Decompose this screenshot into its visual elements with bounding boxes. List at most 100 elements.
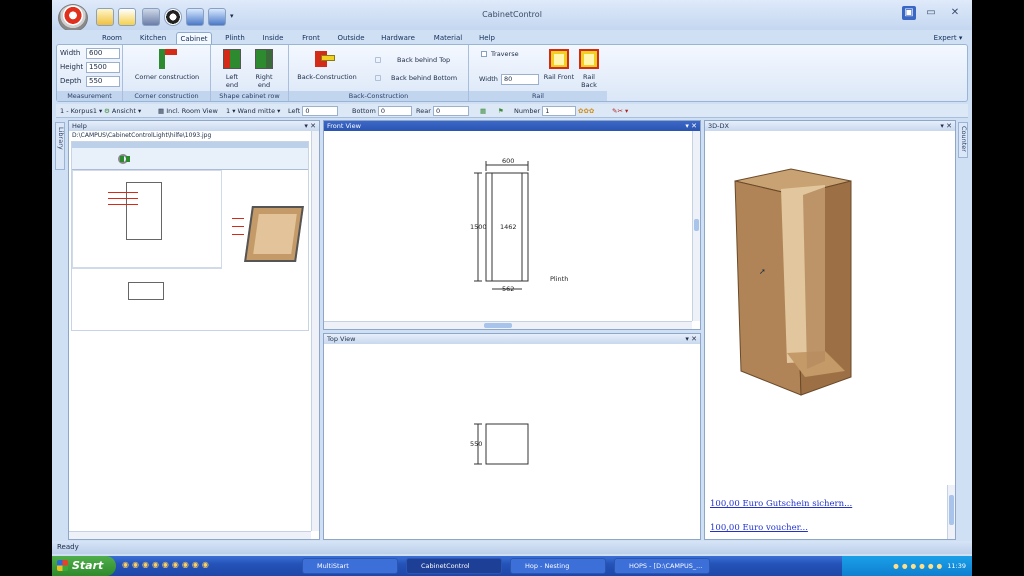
room-view-toggle[interactable]: ▦ Incl. Room View xyxy=(158,104,218,118)
help-scrollbar-horizontal[interactable] xyxy=(69,531,311,539)
front-view-pin-icon[interactable]: ▾ ✕ xyxy=(685,121,697,131)
pane-pin-icon[interactable]: ▾ ✕ xyxy=(304,121,316,131)
height-row: Height 1500 xyxy=(60,61,120,73)
ansicht-button[interactable]: ⚙ Ansicht ▾ xyxy=(104,104,141,118)
tab-inside[interactable]: Inside xyxy=(258,32,288,44)
title-bar: ▾ CabinetControl ▣ ▭ ✕ xyxy=(52,0,972,32)
number-field: Number 1 xyxy=(514,104,577,118)
back-behind-bottom-checkbox[interactable] xyxy=(375,75,381,81)
app-window: ▾ CabinetControl ▣ ▭ ✕ Room Kitchen Cabi… xyxy=(52,0,972,576)
system-tray: ●●●●●● 11:39 xyxy=(842,556,972,576)
bottom-input[interactable]: 0 xyxy=(377,106,412,116)
ribbon: Width 600 Height 1500 Depth 550 Measurement… xyxy=(56,44,968,102)
close-icon[interactable]: ✕ xyxy=(948,6,962,20)
taskbar-item-multistart[interactable]: MultiStart xyxy=(302,558,398,574)
expert-button[interactable]: Expert ▾ xyxy=(928,32,968,44)
tab-plinth[interactable]: Plinth xyxy=(220,32,250,44)
help-scrollbar-vertical[interactable] xyxy=(311,131,319,531)
tab-room[interactable]: Room xyxy=(98,32,126,44)
tab-front[interactable]: Front xyxy=(296,32,326,44)
plinth-label: Plinth xyxy=(550,275,568,283)
rail-front-icon[interactable] xyxy=(549,49,569,69)
top-view-drawing: 550 xyxy=(470,423,529,465)
number-input[interactable]: 1 xyxy=(542,106,577,116)
tray-icons[interactable]: ●●●●●● xyxy=(893,562,945,570)
measurement-group-label: Measurement xyxy=(57,91,122,101)
front-dim-bottom: 562 xyxy=(502,285,514,293)
grid-icon[interactable]: ▦ xyxy=(480,104,486,118)
library-label: Library xyxy=(57,127,65,150)
room-view-icon: ▦ xyxy=(158,107,165,115)
traverse-label: Traverse xyxy=(491,50,519,58)
windows-logo-icon xyxy=(57,560,68,571)
ansicht-icon: ⚙ xyxy=(104,107,110,115)
right-end-button[interactable]: Right end xyxy=(251,73,277,89)
tab-help[interactable]: Help xyxy=(474,32,500,44)
back-behind-top-checkbox[interactable] xyxy=(375,57,381,63)
counter-panel-tab[interactable]: Counter xyxy=(958,122,968,158)
start-button[interactable]: Start xyxy=(52,556,116,576)
rail-back-icon[interactable] xyxy=(579,49,599,69)
tab-material[interactable]: Material xyxy=(430,32,466,44)
quick-launch-icons[interactable]: ◉◉◉◉◉◉◉◉◉ xyxy=(122,560,292,572)
back-construction-icon[interactable] xyxy=(315,49,335,69)
traverse-checkbox[interactable] xyxy=(481,51,487,57)
corner-construction-button[interactable]: Corner construction xyxy=(127,73,207,81)
room-view-label: Incl. Room View xyxy=(166,107,218,115)
tab-cabinet[interactable]: Cabinet xyxy=(176,32,212,44)
3d-cabinet-model[interactable] xyxy=(705,131,955,411)
left-input[interactable]: 0 xyxy=(302,106,339,116)
top-view-pin-icon[interactable]: ▾ ✕ xyxy=(685,334,697,344)
front-dim-inner: 1462 xyxy=(500,223,517,231)
rail-width-label: Width xyxy=(479,75,498,83)
left-field: Left 0 xyxy=(288,104,339,118)
corner-construction-icon[interactable] xyxy=(159,49,177,69)
restore-icon[interactable]: ▭ xyxy=(924,6,938,20)
rail-width-input[interactable]: 80 xyxy=(501,74,539,85)
wizard-icons[interactable]: ✿✿✿ xyxy=(578,104,594,118)
status-text: Ready xyxy=(57,543,79,551)
shape-group-label: Shape cabinet row xyxy=(211,91,288,101)
taskbar-item-hop-nesting[interactable]: Hop - Nesting xyxy=(510,558,606,574)
back-behind-top-label: Back behind Top xyxy=(397,56,451,64)
right-end-icon[interactable] xyxy=(255,49,273,69)
voucher-link-de[interactable]: 100,00 Euro Gutschein sichern... xyxy=(710,499,852,509)
flag-icon[interactable]: ⚑ xyxy=(498,104,504,118)
rear-input[interactable]: 0 xyxy=(432,106,469,116)
korpus-select[interactable]: 1 - Korpus1 ▾ xyxy=(60,104,102,118)
front-view-scrollbar-horizontal[interactable] xyxy=(324,321,692,329)
help-icon[interactable]: ▣ xyxy=(902,6,916,20)
left-end-icon[interactable] xyxy=(223,49,241,69)
3d-view-pin-icon[interactable]: ▾ ✕ xyxy=(940,121,952,131)
front-dim-width: 600 xyxy=(502,157,514,165)
front-view-scrollbar-vertical[interactable] xyxy=(692,131,700,321)
height-input[interactable]: 1500 xyxy=(86,62,120,73)
voucher-link-en[interactable]: 100,00 Euro voucher... xyxy=(710,523,808,533)
tab-outside[interactable]: Outside xyxy=(334,32,368,44)
ansicht-label: Ansicht xyxy=(111,107,136,115)
tab-hardware[interactable]: Hardware xyxy=(378,32,418,44)
group-corner-construction: Corner construction Corner construction xyxy=(123,45,211,101)
rail-group-label: Rail xyxy=(469,91,607,101)
3d-links-scrollbar[interactable] xyxy=(947,485,955,539)
bottom-label: Bottom xyxy=(352,107,376,115)
rail-front-button[interactable]: Rail Front xyxy=(543,73,575,81)
tab-kitchen[interactable]: Kitchen xyxy=(136,32,170,44)
window-title: CabinetControl xyxy=(482,10,542,19)
left-end-button[interactable]: Left end xyxy=(219,73,245,89)
tool-icons[interactable]: ✎✂ ▾ xyxy=(612,104,628,118)
taskbar-item-cabinetcontrol[interactable]: CabinetControl xyxy=(406,558,502,574)
taskbar-item-hops[interactable]: HOPS - [D:\CAMPUS_... xyxy=(614,558,710,574)
top-view-title: Top View xyxy=(327,335,356,343)
front-view-drawing: 600 1500 1462 562 Plinth xyxy=(470,157,568,293)
group-rail: Traverse Width 80 Rail Front Rail Back R… xyxy=(469,45,607,101)
clock: 11:39 xyxy=(947,562,966,570)
depth-input[interactable]: 550 xyxy=(86,76,120,87)
library-panel-tab[interactable]: Library xyxy=(55,122,65,170)
wand-select[interactable]: 1 ▾ Wand mitte ▾ xyxy=(226,104,280,118)
rail-back-button[interactable]: Rail Back xyxy=(575,73,603,89)
width-input[interactable]: 600 xyxy=(86,48,120,59)
help-pane-title: Help xyxy=(72,122,87,130)
front-view-header: Front View ▾ ✕ xyxy=(324,121,700,131)
back-construction-button[interactable]: Back-Construction xyxy=(291,73,363,81)
